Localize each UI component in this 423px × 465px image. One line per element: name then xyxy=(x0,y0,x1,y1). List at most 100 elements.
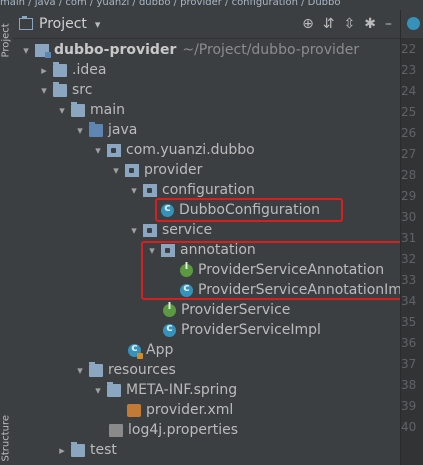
chevron-down-icon: ▾ xyxy=(94,17,101,31)
highlight-box-annotation-package xyxy=(141,241,411,300)
line-number: 36 xyxy=(401,336,417,350)
folder-icon xyxy=(19,16,33,30)
chevron-down-icon[interactable]: ▾ xyxy=(127,224,141,237)
project-toolbar: Project ▾ ⊕ ⇵ ⇳ ✱ – xyxy=(13,10,400,39)
expand-all-icon[interactable]: ⇵ xyxy=(323,16,335,32)
chevron-down-icon[interactable]: ▾ xyxy=(91,144,105,157)
tree-item-configuration[interactable]: ▾ configuration xyxy=(13,180,423,200)
folder-icon xyxy=(71,101,85,117)
tree-item-label: log4j.properties xyxy=(128,422,239,438)
minimize-icon[interactable]: – xyxy=(385,16,392,32)
tree-item-label: service xyxy=(162,222,213,238)
package-icon xyxy=(143,183,157,197)
chevron-down-icon[interactable]: ▾ xyxy=(55,104,69,117)
line-number: 26 xyxy=(401,126,417,140)
gear-icon[interactable]: ✱ xyxy=(364,16,376,32)
chevron-down-icon[interactable]: ▾ xyxy=(109,164,123,177)
tree-item-provider-service[interactable]: ProviderService xyxy=(13,300,423,320)
line-number: 28 xyxy=(401,168,417,182)
line-number: 25 xyxy=(401,105,417,119)
project-tool-tab[interactable]: Project xyxy=(1,23,12,57)
tree-item-label: test xyxy=(90,442,117,458)
chevron-down-icon[interactable]: ▾ xyxy=(73,124,87,137)
breadcrumb: main / java / com / yuanzi / dubbo / pro… xyxy=(0,0,423,10)
line-number: 37 xyxy=(401,357,417,371)
tree-item-com-yuanzi-dubbo[interactable]: ▾ com.yuanzi.dubbo xyxy=(13,140,423,160)
tree-item-label: configuration xyxy=(162,182,255,198)
line-number: 31 xyxy=(401,231,417,245)
editor-gutter: 22 23 24 25 26 27 28 29 30 31 32 33 34 3… xyxy=(400,10,423,465)
line-number: 23 xyxy=(401,63,417,77)
chevron-right-icon[interactable]: ▸ xyxy=(55,444,69,457)
highlight-box-dubbo-configuration xyxy=(155,198,343,222)
module-path: ~/Project/dubbo-provider xyxy=(182,42,360,58)
collapse-all-icon[interactable]: ⇳ xyxy=(344,16,356,32)
line-number: 39 xyxy=(401,399,417,413)
tree-item-label: dubbo-provider xyxy=(54,42,177,58)
chevron-down-icon[interactable]: ▾ xyxy=(127,184,141,197)
class-icon xyxy=(163,321,176,337)
line-number: 24 xyxy=(401,84,417,98)
package-icon xyxy=(125,163,139,177)
tree-item-dubbo-provider[interactable]: ▾ dubbo-provider ~/Project/dubbo-provide… xyxy=(13,40,406,60)
tree-item-test[interactable]: ▸ test xyxy=(13,440,423,460)
folder-icon xyxy=(107,381,121,397)
class-icon xyxy=(407,17,420,30)
editor-tab[interactable] xyxy=(401,10,423,39)
tree-item-label: main xyxy=(90,102,125,118)
chevron-down-icon[interactable]: ▾ xyxy=(73,364,87,377)
package-icon xyxy=(107,143,121,157)
tree-item-service[interactable]: ▾ service xyxy=(13,220,423,240)
folder-icon xyxy=(53,81,67,97)
chevron-down-icon[interactable]: ▾ xyxy=(91,384,105,397)
tree-item-idea[interactable]: ▸ .idea xyxy=(13,60,423,80)
tree-item-label: src xyxy=(72,82,93,98)
project-view-title: Project xyxy=(39,16,87,32)
project-view-selector[interactable]: Project ▾ xyxy=(19,16,100,32)
tree-item-log4j-properties[interactable]: log4j.properties xyxy=(13,420,423,440)
tree-item-app[interactable]: App xyxy=(13,340,423,360)
line-number: 33 xyxy=(401,273,417,287)
tree-item-provider-xml[interactable]: provider.xml xyxy=(13,400,423,420)
line-number: 35 xyxy=(401,315,417,329)
tree-item-src[interactable]: ▾ src xyxy=(13,80,423,100)
tree-item-label: java xyxy=(108,122,138,138)
package-icon xyxy=(143,223,157,237)
line-number: 22 xyxy=(401,42,417,56)
tree-item-provider-service-impl[interactable]: ProviderServiceImpl xyxy=(13,320,423,340)
interface-icon xyxy=(163,301,176,317)
tree-item-label: App xyxy=(146,342,174,358)
properties-file-icon xyxy=(109,423,123,437)
tree-item-label: com.yuanzi.dubbo xyxy=(126,142,255,158)
tree-item-label: ProviderService xyxy=(181,302,291,318)
locate-icon[interactable]: ⊕ xyxy=(302,16,314,32)
line-number: 34 xyxy=(401,294,417,308)
structure-tool-tab[interactable]: Structure xyxy=(1,415,12,462)
tree-item-label: META-INF.spring xyxy=(126,382,238,398)
folder-icon xyxy=(71,441,85,457)
tree-item-label: .idea xyxy=(72,62,107,78)
line-number: 32 xyxy=(401,252,417,266)
chevron-down-icon[interactable]: ▾ xyxy=(19,44,33,57)
folder-icon xyxy=(53,61,67,77)
line-number: 27 xyxy=(401,147,417,161)
tree-item-label: ProviderServiceImpl xyxy=(181,322,321,338)
tree-item-resources[interactable]: ▾ resources xyxy=(13,360,423,380)
resources-folder-icon xyxy=(89,361,103,377)
tree-item-java[interactable]: ▾ java xyxy=(13,120,423,140)
chevron-right-icon[interactable]: ▸ xyxy=(37,64,51,77)
tree-item-label: provider.xml xyxy=(146,402,234,418)
tree-item-main[interactable]: ▾ main xyxy=(13,100,423,120)
line-number: 30 xyxy=(401,210,417,224)
toolbar-actions: ⊕ ⇵ ⇳ ✱ – xyxy=(302,16,392,32)
module-folder-icon xyxy=(35,43,51,58)
xml-file-icon xyxy=(127,403,141,417)
source-folder-icon xyxy=(89,121,103,137)
line-number: 38 xyxy=(401,378,417,392)
line-number: 40 xyxy=(401,420,417,434)
line-number: 29 xyxy=(401,189,417,203)
tree-item-provider[interactable]: ▾ provider xyxy=(13,160,423,180)
tree-item-label: provider xyxy=(144,162,203,178)
tree-item-meta-inf-spring[interactable]: ▾ META-INF.spring xyxy=(13,380,423,400)
chevron-down-icon[interactable]: ▾ xyxy=(37,84,51,97)
